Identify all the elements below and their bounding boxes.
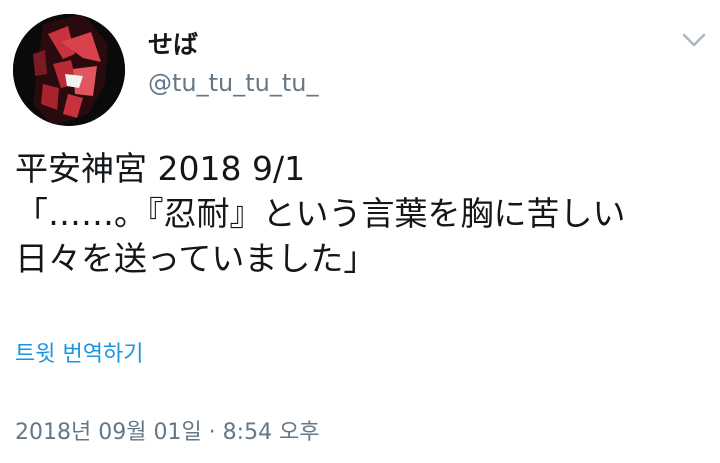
translate-tweet-link[interactable]: 트윗 번역하기 (15, 340, 143, 370)
username[interactable]: @tu_tu_tu_tu_ (148, 68, 318, 98)
timestamp[interactable]: 2018년 09월 01일 · 8:54 오후 (15, 418, 320, 448)
display-name[interactable]: せば (148, 30, 318, 60)
tweet-text: 平安神宮 2018 9/1 「……。『忍耐』という言葉を胸に苦しい 日々を送って… (15, 149, 626, 278)
tweet-menu-button[interactable] (680, 30, 708, 50)
tweet-card: せば @tu_tu_tu_tu_ 平安神宮 2018 9/1 「……。『忍耐』と… (0, 0, 720, 463)
avatar-image (13, 14, 125, 126)
chevron-down-icon (682, 33, 706, 47)
author-block[interactable]: せば @tu_tu_tu_tu_ (148, 30, 318, 98)
avatar[interactable] (13, 14, 125, 126)
